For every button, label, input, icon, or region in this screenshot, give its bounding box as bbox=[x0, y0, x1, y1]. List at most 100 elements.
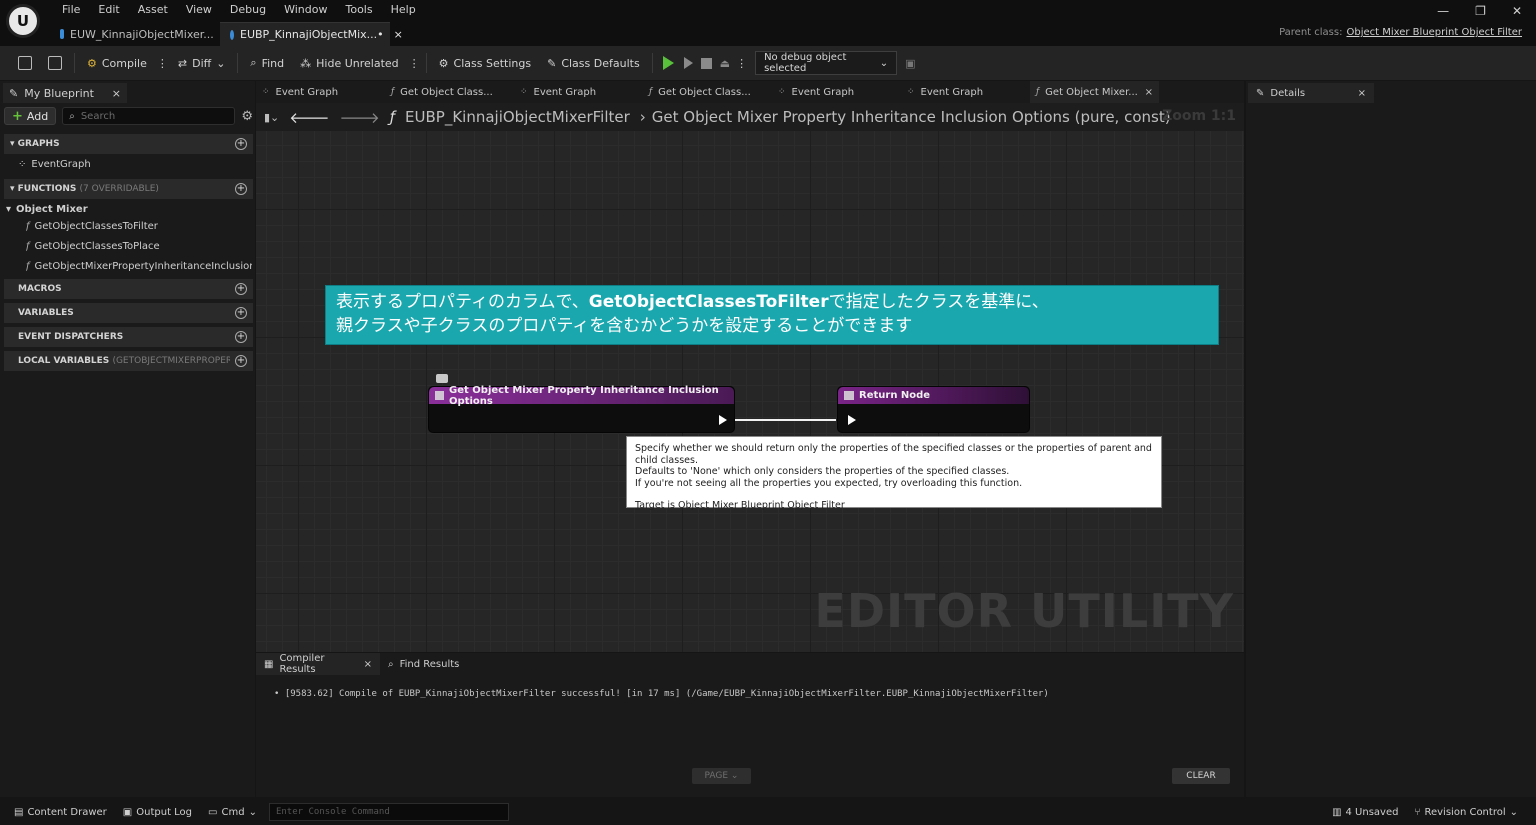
browse-button[interactable] bbox=[40, 50, 70, 76]
compile-button[interactable]: ⚙ Compile bbox=[79, 50, 155, 76]
tab-function[interactable]: ƒ Get Object Class... bbox=[385, 81, 514, 103]
exec-output-pin[interactable] bbox=[719, 415, 727, 425]
class-settings-button[interactable]: ⚙ Class Settings bbox=[431, 50, 539, 76]
tab-function[interactable]: ƒ Get Object Class... bbox=[643, 81, 772, 103]
tab-event-graph[interactable]: ⁘ Event Graph bbox=[514, 81, 643, 103]
search-placeholder: Search bbox=[80, 110, 116, 122]
back-arrow-icon[interactable]: 🡐 bbox=[289, 108, 329, 127]
add-macro-icon[interactable]: + bbox=[235, 283, 247, 295]
add-dispatcher-icon[interactable]: + bbox=[235, 331, 247, 343]
exec-input-pin[interactable] bbox=[848, 415, 856, 425]
debug-object-select[interactable]: No debug object selected ⌄ bbox=[755, 51, 898, 75]
find-button[interactable]: ⌕ Find bbox=[242, 50, 292, 76]
diff-label: Diff bbox=[192, 56, 212, 70]
close-icon[interactable]: × bbox=[1145, 87, 1153, 98]
output-log-button[interactable]: ▣ Output Log bbox=[115, 800, 200, 824]
play-options-button[interactable]: ⋮ bbox=[734, 50, 749, 76]
tree-item-eventgraph[interactable]: ⁘ EventGraph bbox=[18, 159, 91, 170]
search-icon: ⌕ bbox=[388, 658, 394, 670]
compiler-results-icon: ▦ bbox=[264, 658, 274, 670]
compiler-results-panel: ▦ Compiler Results × ⌕ Find Results • [9583… bbox=[256, 653, 1244, 797]
gear-icon[interactable]: ⚙ bbox=[241, 109, 253, 124]
menu-edit[interactable]: Edit bbox=[89, 3, 128, 16]
unsaved-button[interactable]: ▥ 4 Unsaved bbox=[1324, 800, 1406, 824]
revision-control-button[interactable]: ⑂ Revision Control ⌄ bbox=[1406, 800, 1526, 824]
hide-unrelated-button[interactable]: ⁂ Hide Unrelated bbox=[292, 50, 407, 76]
unreal-logo-icon[interactable]: U bbox=[6, 4, 40, 38]
menu-window[interactable]: Window bbox=[275, 3, 336, 16]
add-variable-icon[interactable]: + bbox=[235, 307, 247, 319]
step-icon bbox=[683, 57, 693, 69]
add-local-variable-icon[interactable]: + bbox=[235, 355, 247, 367]
return-node[interactable]: Return Node bbox=[837, 386, 1030, 433]
content-drawer-button[interactable]: ▤ Content Drawer bbox=[6, 800, 115, 824]
debug-browse-button[interactable]: ▣ bbox=[897, 50, 923, 76]
close-icon[interactable]: × bbox=[394, 28, 403, 41]
tab-find-results[interactable]: ⌕ Find Results bbox=[380, 653, 467, 675]
tab-event-graph[interactable]: ⁘ Event Graph bbox=[772, 81, 901, 103]
section-graphs[interactable]: ▾ GRAPHS + bbox=[4, 134, 253, 154]
my-blueprint-header: + Add ⌕ Search ⚙ bbox=[4, 106, 253, 126]
doc-tab-eubp[interactable]: EUBP_KinnajiObjectMix...• × bbox=[220, 22, 403, 46]
search-input[interactable]: ⌕ Search bbox=[62, 107, 236, 125]
tab-compiler-results[interactable]: ▦ Compiler Results × bbox=[256, 653, 380, 675]
section-local-variables[interactable]: LOCAL VARIABLES (GETOBJECTMIXERPROPERTYI… bbox=[4, 351, 253, 371]
add-graph-icon[interactable]: + bbox=[235, 138, 247, 150]
tree-item-function[interactable]: ƒ GetObjectClassesToFilter bbox=[26, 221, 252, 232]
close-window-icon[interactable]: ✕ bbox=[1512, 4, 1522, 18]
tree-item-function[interactable]: ƒ GetObjectMixerPropertyInheritanceInclus… bbox=[26, 261, 252, 272]
tab-event-graph[interactable]: ⁘ Event Graph bbox=[901, 81, 1030, 103]
save-button[interactable] bbox=[10, 50, 40, 76]
close-icon[interactable]: × bbox=[364, 659, 372, 670]
parent-class-link[interactable]: Object Mixer Blueprint Object Filter bbox=[1346, 27, 1522, 38]
tree-item-function[interactable]: ƒ GetObjectClassesToPlace bbox=[26, 241, 252, 252]
function-entry-node[interactable]: Get Object Mixer Property Inheritance In… bbox=[428, 385, 735, 433]
cmd-button[interactable]: ▭ Cmd ⌄ bbox=[200, 800, 265, 824]
restore-icon[interactable]: ❐ bbox=[1475, 4, 1486, 18]
clear-button[interactable]: CLEAR bbox=[1172, 768, 1230, 784]
add-button[interactable]: + Add bbox=[4, 107, 57, 125]
compile-options-button[interactable]: ⋮ bbox=[155, 50, 170, 76]
page-button[interactable]: PAGE ⌄ bbox=[692, 768, 751, 784]
menu-asset[interactable]: Asset bbox=[129, 3, 177, 16]
menu-file[interactable]: File bbox=[53, 3, 89, 16]
doc-tab-euw[interactable]: EUW_KinnajiObjectMixer... bbox=[50, 22, 220, 46]
section-event-dispatchers[interactable]: EVENT DISPATCHERS + bbox=[4, 327, 253, 347]
chevron-down-icon: ⌄ bbox=[1509, 806, 1518, 818]
section-functions[interactable]: ▾ FUNCTIONS (7 OVERRIDABLE) + bbox=[4, 179, 253, 199]
menu-help[interactable]: Help bbox=[382, 3, 425, 16]
minimize-icon[interactable]: — bbox=[1437, 4, 1449, 18]
title-bar: U File Edit Asset View Debug Window Tool… bbox=[0, 0, 1536, 46]
tab-label: Event Graph bbox=[275, 86, 339, 98]
bookmark-icon[interactable]: ▮⌄ bbox=[264, 111, 279, 124]
menu-debug[interactable]: Debug bbox=[221, 3, 275, 16]
tab-function-active[interactable]: ƒ Get Object Mixer... × bbox=[1030, 81, 1159, 103]
diff-button[interactable]: ⇄ Diff ⌄ bbox=[170, 50, 234, 76]
tab-event-graph[interactable]: ⁘ Event Graph bbox=[256, 81, 385, 103]
breadcrumb-blueprint[interactable]: EUBP_KinnajiObjectMixerFilter bbox=[405, 108, 630, 126]
function-icon: ƒ bbox=[26, 221, 30, 232]
step-button[interactable] bbox=[680, 50, 697, 76]
section-macros[interactable]: MACROS + bbox=[4, 279, 253, 299]
menu-tools[interactable]: Tools bbox=[336, 3, 381, 16]
forward-arrow-icon[interactable]: 🡒 bbox=[340, 108, 380, 127]
class-defaults-button[interactable]: ✎ Class Defaults bbox=[539, 50, 648, 76]
section-variables[interactable]: VARIABLES + bbox=[4, 303, 253, 323]
close-icon[interactable]: × bbox=[112, 87, 121, 100]
console-input[interactable]: Enter Console Command bbox=[268, 803, 509, 821]
node-comment-icon[interactable] bbox=[436, 374, 448, 383]
tab-my-blueprint[interactable]: ✎ My Blueprint × bbox=[3, 83, 127, 103]
play-button[interactable] bbox=[657, 50, 680, 76]
graph-canvas[interactable]: 表示するプロパティのカラムで、GetObjectClassesToFilterで… bbox=[256, 131, 1244, 652]
tree-category-object-mixer[interactable]: ▾ Object Mixer bbox=[6, 204, 88, 215]
function-icon: ƒ bbox=[391, 87, 395, 97]
diff-icon: ⇄ bbox=[177, 56, 188, 70]
comment-box[interactable]: 表示するプロパティのカラムで、GetObjectClassesToFilterで… bbox=[325, 285, 1219, 345]
hide-options-button[interactable]: ⋮ bbox=[407, 50, 422, 76]
add-function-icon[interactable]: + bbox=[235, 183, 247, 195]
eject-button[interactable]: ⏏ bbox=[716, 50, 734, 76]
tab-details[interactable]: ✎ Details × bbox=[1248, 83, 1374, 103]
stop-button[interactable] bbox=[697, 50, 716, 76]
close-icon[interactable]: × bbox=[1358, 88, 1366, 99]
menu-view[interactable]: View bbox=[177, 3, 221, 16]
